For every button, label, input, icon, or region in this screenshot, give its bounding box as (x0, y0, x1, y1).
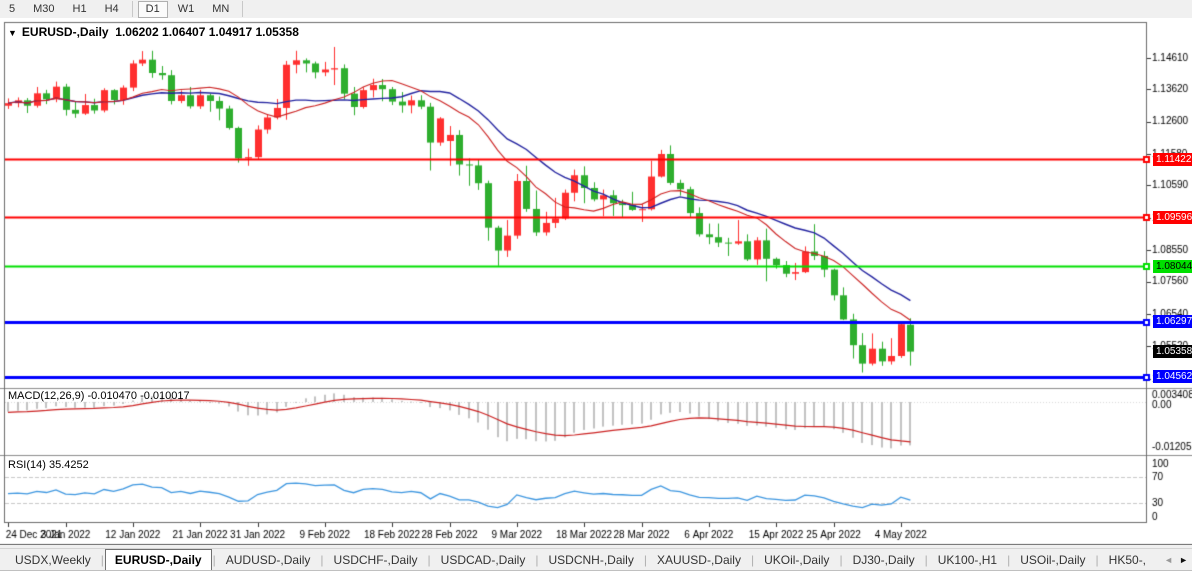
tab-uk100-h1[interactable]: UK100-,H1 (929, 550, 1006, 570)
tab-separator: | (320, 553, 323, 567)
tab-dj30-daily[interactable]: DJ30-,Daily (844, 550, 924, 570)
current-price-label: 1.05358 (1153, 345, 1192, 358)
ohlc-high-value: 1.06407 (162, 25, 205, 39)
rsi-indicator-label: RSI(14) 35.4252 (8, 459, 89, 471)
tab-xauusd-daily[interactable]: XAUUSD-,Daily (648, 550, 750, 570)
tab-ukoil-daily[interactable]: UKOil-,Daily (755, 550, 838, 570)
price-line-label: 1.08044 (1153, 260, 1192, 273)
tab-separator: | (428, 553, 431, 567)
chart-title: ▼ EURUSD-,Daily 1.06202 1.06407 1.04917 1… (8, 25, 299, 39)
macd-signal-value: -0.010017 (140, 390, 190, 402)
price-line-label: 1.09596 (1153, 211, 1192, 224)
rsi-name: RSI(14) (8, 459, 46, 471)
timeframe-button-h1[interactable]: H1 (65, 1, 95, 18)
timeframe-button-mn[interactable]: MN (204, 1, 237, 18)
tab-separator: | (1096, 553, 1099, 567)
tab-usdx-weekly[interactable]: USDX,Weekly (6, 550, 100, 570)
macd-name: MACD(12,26,9) (8, 390, 84, 402)
macd-indicator-label: MACD(12,26,9) -0.010470 -0.010017 (8, 390, 190, 402)
ohlc-low-value: 1.04917 (209, 25, 252, 39)
tab-separator: | (925, 553, 928, 567)
tab-separator: | (644, 553, 647, 567)
chart-area: ▼ EURUSD-,Daily 1.06202 1.06407 1.04917 1… (0, 18, 1192, 545)
tab-audusd-daily[interactable]: AUDUSD-,Daily (217, 550, 320, 570)
macd-main-value: -0.010470 (87, 390, 137, 402)
price-chart-canvas[interactable] (0, 18, 1192, 545)
tab-separator: | (535, 553, 538, 567)
timeframe-toolbar: 5M30H1H4 D1W1MN (0, 0, 1192, 19)
tab-usoil-daily[interactable]: USOil-,Daily (1011, 550, 1094, 570)
tab-usdcad-daily[interactable]: USDCAD-,Daily (432, 550, 535, 570)
tab-usdcnh-daily[interactable]: USDCNH-,Daily (539, 550, 642, 570)
ohlc-close-value: 1.05358 (255, 25, 298, 39)
tab-usdchf-daily[interactable]: USDCHF-,Daily (325, 550, 427, 570)
rsi-value: 35.4252 (49, 459, 89, 471)
tab-separator: | (213, 553, 216, 567)
toolbar-separator (132, 1, 133, 17)
symbol-timeframe-label: EURUSD-,Daily (22, 25, 109, 39)
timeframe-button-5[interactable]: 5 (1, 1, 23, 18)
tab-separator: | (1007, 553, 1010, 567)
price-line-label: 1.11422 (1153, 153, 1192, 166)
tab-hk50[interactable]: HK50-, (1100, 550, 1155, 570)
timeframe-button-m30[interactable]: M30 (25, 1, 62, 18)
tab-scroll-right-icon[interactable]: ► (1179, 555, 1188, 565)
timeframe-button-w1[interactable]: W1 (170, 1, 203, 18)
timeframe-button-h4[interactable]: H4 (97, 1, 127, 18)
tab-separator: | (751, 553, 754, 567)
timeframe-button-d1[interactable]: D1 (138, 1, 168, 18)
price-line-label: 1.04562 (1153, 370, 1192, 383)
toolbar-separator (242, 1, 243, 17)
tab-eurusd-daily[interactable]: EURUSD-,Daily (105, 549, 212, 571)
chart-collapse-icon[interactable]: ▼ (8, 28, 17, 38)
price-line-label: 1.06297 (1153, 315, 1192, 328)
tab-separator: | (839, 553, 842, 567)
tab-scroll-left-icon[interactable]: ◄ (1164, 555, 1173, 565)
tab-separator: | (101, 553, 104, 567)
symbol-tab-bar: USDX,Weekly|EURUSD-,Daily|AUDUSD-,Daily|… (0, 548, 1192, 571)
ohlc-open-value: 1.06202 (115, 25, 158, 39)
